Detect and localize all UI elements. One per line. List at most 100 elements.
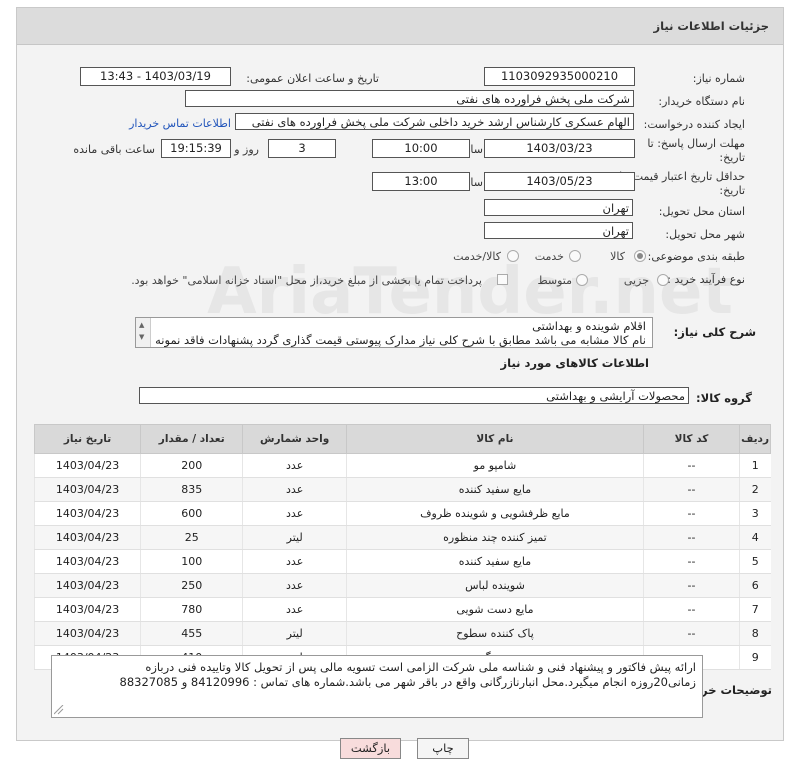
- cell-qty: 250: [140, 573, 243, 598]
- cell-qty: 780: [140, 597, 243, 622]
- cell-code: --: [642, 573, 740, 598]
- category-option-both: کالا/خدمت: [453, 250, 501, 263]
- page-title: جزئیات اطلاعات نیاز: [653, 19, 769, 33]
- goods-group-label: گروه کالا:: [696, 391, 752, 405]
- cell-idx: 6: [739, 573, 771, 598]
- cell-code: --: [642, 549, 740, 574]
- cell-unit: عدد: [242, 501, 347, 526]
- cell-idx: 4: [739, 525, 771, 550]
- buyer-org-field: شرکت ملی پخش فراورده های نفتی: [185, 90, 634, 107]
- cell-unit: عدد: [242, 477, 347, 502]
- process-radio-medium[interactable]: [576, 274, 588, 286]
- cell-name: پاک کننده سطوح: [345, 621, 644, 646]
- table-row: 5 -- مایع سفید کننده عدد 100 1403/04/23: [33, 549, 771, 574]
- cell-qty: 100: [140, 549, 243, 574]
- print-button[interactable]: چاپ: [417, 738, 469, 759]
- col-date: تاریخ نیاز: [33, 424, 142, 454]
- deadline-date-field: 1403/03/23: [484, 139, 635, 158]
- category-label: طبقه بندی موضوعی:: [647, 250, 745, 263]
- cell-code: --: [642, 597, 740, 622]
- category-radio-both[interactable]: [507, 250, 519, 262]
- buyer-notes-line1: ارائه پیش فاکتور و پیشنهاد فنی و شناسه م…: [145, 660, 696, 674]
- col-code: کد کالا: [642, 424, 741, 454]
- general-desc-label: شرح کلی نیاز:: [673, 325, 756, 339]
- col-unit: واحد شمارش: [242, 424, 347, 454]
- cell-unit: عدد: [242, 453, 347, 478]
- back-button[interactable]: بازگشت: [340, 738, 401, 759]
- general-desc-scrollbar[interactable]: ▲ ▼: [136, 318, 151, 347]
- province-field: تهران: [484, 199, 633, 216]
- process-option-medium: متوسط: [537, 274, 572, 287]
- cell-idx: 7: [739, 597, 771, 622]
- goods-table: ردیف کد کالا نام کالا واحد شمارش تعداد /…: [33, 424, 771, 670]
- cell-date: 1403/04/23: [33, 501, 141, 526]
- cell-qty: 835: [140, 477, 243, 502]
- category-radio-goods[interactable]: [634, 250, 646, 262]
- contact-info-link[interactable]: اطلاعات تماس خریدار: [129, 117, 231, 130]
- general-desc-textarea[interactable]: اقلام شوینده و بهداشتی نام کالا مشابه می…: [135, 317, 653, 348]
- cell-unit: عدد: [242, 597, 347, 622]
- cell-name: مایع سفید کننده: [345, 549, 644, 574]
- process-option-minor: جزیی: [623, 274, 649, 287]
- remaining-time-field: 19:15:39: [161, 139, 231, 158]
- table-row: 2 -- مایع سفید کننده عدد 835 1403/04/23: [33, 477, 771, 502]
- need-number-field: 1103092935000210: [484, 67, 635, 86]
- cell-idx: 1: [739, 453, 771, 478]
- category-radio-service[interactable]: [569, 250, 581, 262]
- deadline-label: مهلت ارسال پاسخ: تا: [647, 137, 745, 150]
- creator-label: ایجاد کننده درخواست:: [643, 118, 745, 131]
- cell-qty: 455: [140, 621, 243, 646]
- cell-qty: 600: [140, 501, 243, 526]
- table-row: 7 -- مایع دست شویی عدد 780 1403/04/23: [33, 597, 771, 622]
- cell-date: 1403/04/23: [33, 549, 141, 574]
- cell-date: 1403/04/23: [33, 597, 141, 622]
- cell-qty: 200: [140, 453, 243, 478]
- cell-idx: 2: [739, 477, 771, 502]
- table-row: 4 -- تمیز کننده چند منظوره لیتر 25 1403/04/23: [33, 525, 771, 550]
- cell-idx: 5: [739, 549, 771, 574]
- buyer-notes-textarea[interactable]: ارائه پیش فاکتور و پیشنهاد فنی و شناسه م…: [51, 655, 703, 718]
- cell-name: شوینده لباس: [345, 573, 644, 598]
- days-field: 3: [268, 139, 336, 158]
- cell-date: 1403/04/23: [33, 453, 141, 478]
- process-label: نوع فرآیند خرید :: [667, 273, 745, 286]
- cell-name: مایع سفید کننده: [345, 477, 644, 502]
- goods-table-header: ردیف کد کالا نام کالا واحد شمارش تعداد /…: [33, 424, 771, 454]
- cell-date: 1403/04/23: [33, 573, 141, 598]
- province-label: استان محل تحویل:: [658, 205, 745, 218]
- scroll-up-icon[interactable]: ▲: [139, 321, 144, 329]
- category-option-service: خدمت: [534, 250, 564, 263]
- general-desc-line2: نام کالا مشابه می باشد مطابق با شرح کلی …: [145, 333, 646, 347]
- cell-name: مایع ظرفشویی و شوینده ظروف: [345, 501, 644, 526]
- cell-unit: لیتر: [242, 621, 347, 646]
- cell-name: شامپو مو: [345, 453, 644, 478]
- cell-name: تمیز کننده چند منظوره: [345, 525, 644, 550]
- treasury-checkbox[interactable]: [497, 274, 508, 285]
- scroll-down-icon[interactable]: ▼: [139, 333, 144, 341]
- city-field: تهران: [484, 222, 633, 239]
- validity-date-field: 1403/05/23: [484, 172, 635, 191]
- goods-section-title: اطلاعات کالاهای مورد نیاز: [500, 356, 649, 370]
- announce-field: 1403/03/19 - 13:43: [80, 67, 231, 86]
- buyer-org-label: نام دستگاه خریدار:: [658, 95, 745, 108]
- table-row: 3 -- مایع ظرفشویی و شوینده ظروف عدد 600 1403/…: [33, 501, 771, 526]
- cell-code: --: [642, 501, 740, 526]
- goods-group-field: محصولات آرایشی و بهداشتی: [139, 387, 689, 404]
- creator-field: الهام عسکری کارشناس ارشد خرید داخلی شرکت…: [235, 113, 634, 130]
- validity-time-field: 13:00: [372, 172, 470, 191]
- deadline-time-field: 10:00: [372, 139, 470, 158]
- table-row: 6 -- شوینده لباس عدد 250 1403/04/23: [33, 573, 771, 598]
- announce-label: تاریخ و ساعت اعلان عمومی:: [246, 72, 379, 85]
- resize-handle-icon[interactable]: [54, 705, 64, 715]
- city-label: شهر محل تحویل:: [665, 228, 745, 241]
- process-radio-minor[interactable]: [657, 274, 669, 286]
- need-number-label: شماره نیاز:: [692, 72, 745, 85]
- cell-name: مایع دست شویی: [345, 597, 644, 622]
- col-idx: ردیف: [739, 424, 771, 454]
- cell-unit: عدد: [242, 549, 347, 574]
- cell-qty: 25: [140, 525, 243, 550]
- col-name: نام کالا: [345, 424, 644, 454]
- cell-idx: 9: [739, 645, 771, 670]
- cell-code: --: [642, 621, 740, 646]
- table-row: 8 -- پاک کننده سطوح لیتر 455 1403/04/23: [33, 621, 771, 646]
